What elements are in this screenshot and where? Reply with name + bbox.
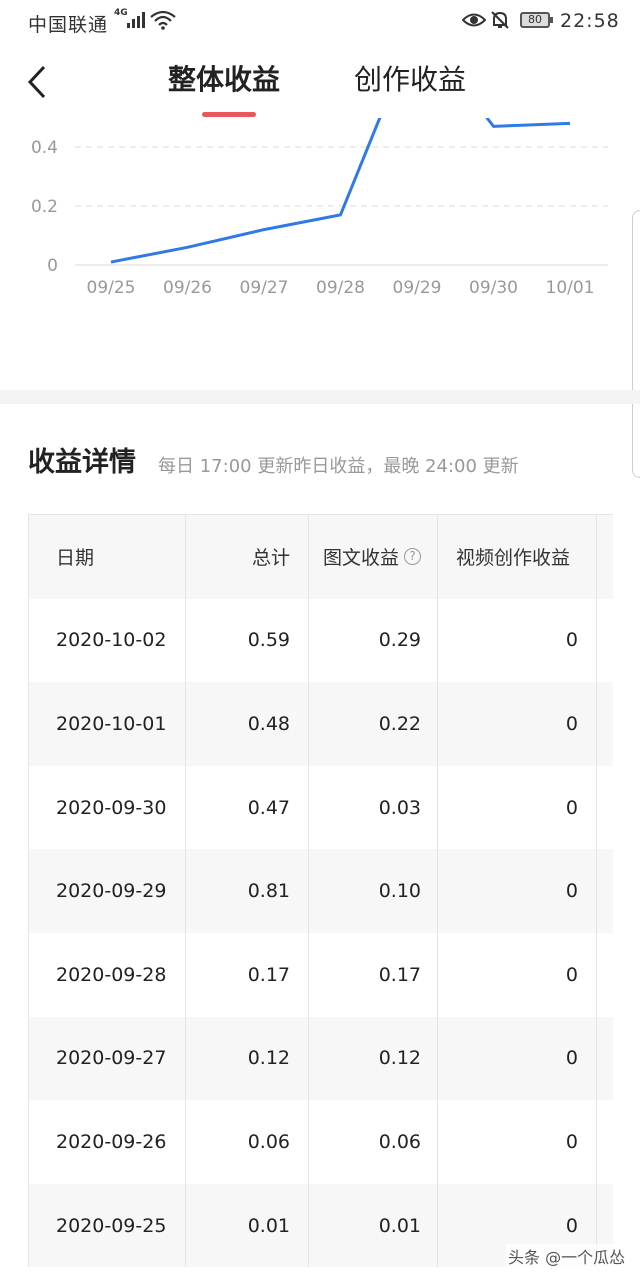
x-tick-label: 09/30	[469, 278, 518, 298]
cell-text-earnings: 0.12	[309, 1016, 438, 1101]
side-scroll-handle[interactable]	[632, 210, 640, 478]
cell-video-earnings: 0	[438, 1016, 597, 1101]
active-tab-indicator	[202, 112, 256, 117]
section-divider	[0, 390, 640, 404]
cell-total: 0.59	[186, 598, 309, 683]
cell-text-earnings: 0.17	[309, 932, 438, 1017]
x-tick-label: 10/01	[546, 278, 595, 298]
cell-date: 2020-10-01	[29, 682, 186, 766]
cell-overflow	[597, 849, 613, 933]
header-video-earnings: 视频创作收益	[438, 515, 597, 599]
cell-date: 2020-09-30	[29, 765, 186, 850]
wifi-icon	[150, 10, 176, 30]
cell-total: 0.06	[186, 1100, 309, 1184]
y-tick-label: 0	[47, 256, 58, 276]
cell-date: 2020-09-29	[29, 849, 186, 933]
mute-bell-icon	[491, 11, 509, 29]
cell-text-earnings: 0.29	[309, 598, 438, 683]
earnings-line-chart: 0 0.2 0.4 09/25 09/26 09/27 09/28 09/29 09/30 10/…	[31, 118, 608, 298]
earnings-series-line	[110, 118, 571, 264]
table-row: 2020-09-26 0.06 0.06 0	[29, 1100, 613, 1184]
cell-video-earnings: 0	[438, 598, 597, 683]
x-tick-label: 09/29	[393, 278, 442, 298]
cell-overflow	[597, 933, 613, 1017]
battery-icon: 80	[520, 12, 553, 28]
cell-date: 2020-09-26	[29, 1100, 186, 1184]
cell-overflow	[597, 682, 613, 766]
cell-date: 2020-09-27	[29, 1016, 186, 1101]
cell-date: 2020-09-28	[29, 932, 186, 1017]
top-navigation: 整体收益 创作收益	[0, 44, 640, 118]
cell-total: 0.81	[186, 849, 309, 933]
cell-total: 0.01	[186, 1183, 309, 1268]
tab-overall-earnings[interactable]: 整体收益	[168, 58, 280, 98]
header-text-earnings: 图文收益 ?	[309, 515, 438, 599]
eye-icon	[462, 13, 486, 27]
watermark: 头条 @一个瓜怂	[506, 1244, 628, 1268]
cell-overflow	[597, 1017, 613, 1101]
cell-text-earnings: 0.10	[309, 849, 438, 933]
y-tick-label: 0.4	[31, 138, 58, 158]
status-time: 22:58	[560, 10, 620, 32]
chevron-left-icon[interactable]	[24, 64, 52, 100]
cell-text-earnings: 0.03	[309, 765, 438, 850]
question-mark-icon[interactable]: ?	[404, 548, 421, 566]
carrier-label: 中国联通	[28, 14, 109, 36]
cell-video-earnings: 0	[438, 765, 597, 850]
details-subtitle: 每日 17:00 更新昨日收益，最晚 24:00 更新	[158, 456, 519, 477]
earnings-table: 日期 总计 图文收益 ? 视频创作收益 2020-10-02 0.59 0.29 0 2…	[28, 514, 613, 1268]
tab-creation-earnings[interactable]: 创作收益	[354, 58, 466, 98]
table-row: 2020-10-02 0.59 0.29 0	[29, 598, 613, 683]
x-tick-label: 09/27	[240, 278, 289, 298]
cell-total: 0.47	[186, 765, 309, 850]
cell-text-earnings: 0.01	[309, 1183, 438, 1268]
x-tick-label: 09/25	[87, 278, 136, 298]
cell-date: 2020-09-25	[29, 1183, 186, 1268]
status-bar: 中国联通 4G 80 22:58	[0, 0, 640, 44]
table-row: 2020-10-01 0.48 0.22 0	[29, 682, 613, 766]
cell-total: 0.48	[186, 682, 309, 766]
network-type: 4G	[114, 8, 128, 18]
signal-icon	[127, 12, 145, 28]
header-total: 总计	[186, 515, 309, 599]
cell-overflow	[597, 1100, 613, 1184]
cell-overflow	[597, 599, 613, 683]
x-tick-label: 09/26	[163, 278, 212, 298]
cell-text-earnings: 0.22	[309, 682, 438, 766]
x-tick-label: 09/28	[316, 278, 365, 298]
cell-total: 0.17	[186, 932, 309, 1017]
header-text-earnings-label: 图文收益	[322, 547, 399, 570]
table-row: 2020-09-30 0.47 0.03 0	[29, 765, 613, 850]
cell-overflow	[597, 766, 613, 850]
header-overflow	[597, 515, 613, 599]
cell-video-earnings: 0	[438, 682, 597, 766]
cell-video-earnings: 0	[438, 1100, 597, 1184]
table-header-row: 日期 总计 图文收益 ? 视频创作收益	[29, 515, 613, 599]
table-row: 2020-09-28 0.17 0.17 0	[29, 932, 613, 1017]
cell-total: 0.12	[186, 1016, 309, 1101]
cell-video-earnings: 0	[438, 932, 597, 1017]
table-row: 2020-09-29 0.81 0.10 0	[29, 849, 613, 933]
earnings-chart: 0 0.2 0.4 09/25 09/26 09/27 09/28 09/29 09/30 10/…	[0, 118, 640, 478]
table-row: 2020-09-27 0.12 0.12 0	[29, 1016, 613, 1101]
y-tick-label: 0.2	[31, 197, 58, 217]
details-title: 收益详情	[28, 447, 136, 478]
cell-video-earnings: 0	[438, 849, 597, 933]
cell-date: 2020-10-02	[29, 598, 186, 683]
cell-text-earnings: 0.06	[309, 1100, 438, 1184]
header-date: 日期	[29, 515, 186, 599]
